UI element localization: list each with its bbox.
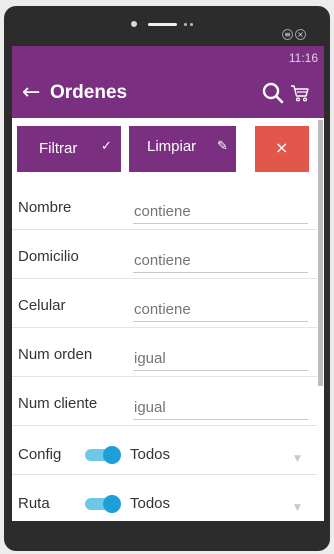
field-label: Config xyxy=(18,446,62,463)
search-icon[interactable] xyxy=(262,82,284,104)
field-label: Domicilio xyxy=(18,248,79,265)
config-select[interactable]: Todos xyxy=(130,446,170,463)
field-label: Celular xyxy=(18,297,66,314)
scrollbar[interactable] xyxy=(318,120,323,386)
menu-icon[interactable]: ≡ xyxy=(282,29,293,40)
config-toggle[interactable] xyxy=(85,446,121,464)
page-title: Ordenes xyxy=(50,82,128,103)
cart-icon[interactable] xyxy=(290,83,310,103)
camera-dot xyxy=(131,21,137,27)
pencil-icon: ✎ xyxy=(217,139,228,154)
chevron-down-icon[interactable]: ▼ xyxy=(294,454,301,464)
close-window-icon[interactable]: × xyxy=(295,29,306,40)
num-cliente-input[interactable] xyxy=(133,398,308,420)
ruta-select[interactable]: Todos xyxy=(130,495,170,512)
nombre-input[interactable] xyxy=(133,202,308,224)
status-bar: 11:16 xyxy=(12,46,324,68)
filter-field-num-orden: Num orden xyxy=(12,328,317,377)
field-label: Nombre xyxy=(18,199,72,216)
check-icon: ✓ xyxy=(101,139,112,154)
speaker-bar xyxy=(148,23,177,26)
app-bar: ← Ordenes xyxy=(12,68,324,118)
filter-select-config: Config Todos ▼ xyxy=(12,426,317,475)
filter-field-celular: Celular xyxy=(12,279,317,328)
ruta-toggle[interactable] xyxy=(85,495,121,513)
sensor-dot xyxy=(190,23,193,26)
clear-button[interactable]: Limpiar ✎ xyxy=(129,126,236,172)
filter-button[interactable]: Filtrar ✓ xyxy=(17,126,121,172)
clear-button-label: Limpiar xyxy=(147,138,197,155)
arrow-left-icon[interactable]: ← xyxy=(12,82,48,104)
device-speaker xyxy=(131,20,211,28)
status-time: 11:16 xyxy=(288,51,318,65)
toggle-knob xyxy=(103,446,121,464)
filter-field-nombre: Nombre xyxy=(12,181,317,230)
sensor-dot xyxy=(184,23,187,26)
device-frame: ≡ × 11:16 ← Ordenes Filtrar ✓ Limpiar ✎ … xyxy=(4,6,330,551)
field-label: Num orden xyxy=(18,346,93,363)
toggle-knob xyxy=(103,495,121,513)
domicilio-input[interactable] xyxy=(133,251,308,273)
num-orden-input[interactable] xyxy=(133,349,308,371)
close-button[interactable]: × xyxy=(255,126,309,172)
filter-field-num-cliente: Num cliente xyxy=(12,377,317,426)
field-label: Num cliente xyxy=(18,395,98,412)
filter-field-domicilio: Domicilio xyxy=(12,230,317,279)
filter-panel: Filtrar ✓ Limpiar ✎ × Nombre Domicilio xyxy=(12,118,324,521)
chevron-down-icon[interactable]: ▼ xyxy=(294,503,301,513)
action-row: Filtrar ✓ Limpiar ✎ × xyxy=(12,118,317,172)
filter-select-ruta: Ruta Todos ▼ xyxy=(12,475,317,521)
close-icon: × xyxy=(275,138,289,157)
celular-input[interactable] xyxy=(133,300,308,322)
filter-button-label: Filtrar xyxy=(39,140,78,157)
app-screen: 11:16 ← Ordenes Filtrar ✓ Limpiar ✎ × No… xyxy=(12,46,324,521)
field-label: Ruta xyxy=(18,495,50,512)
